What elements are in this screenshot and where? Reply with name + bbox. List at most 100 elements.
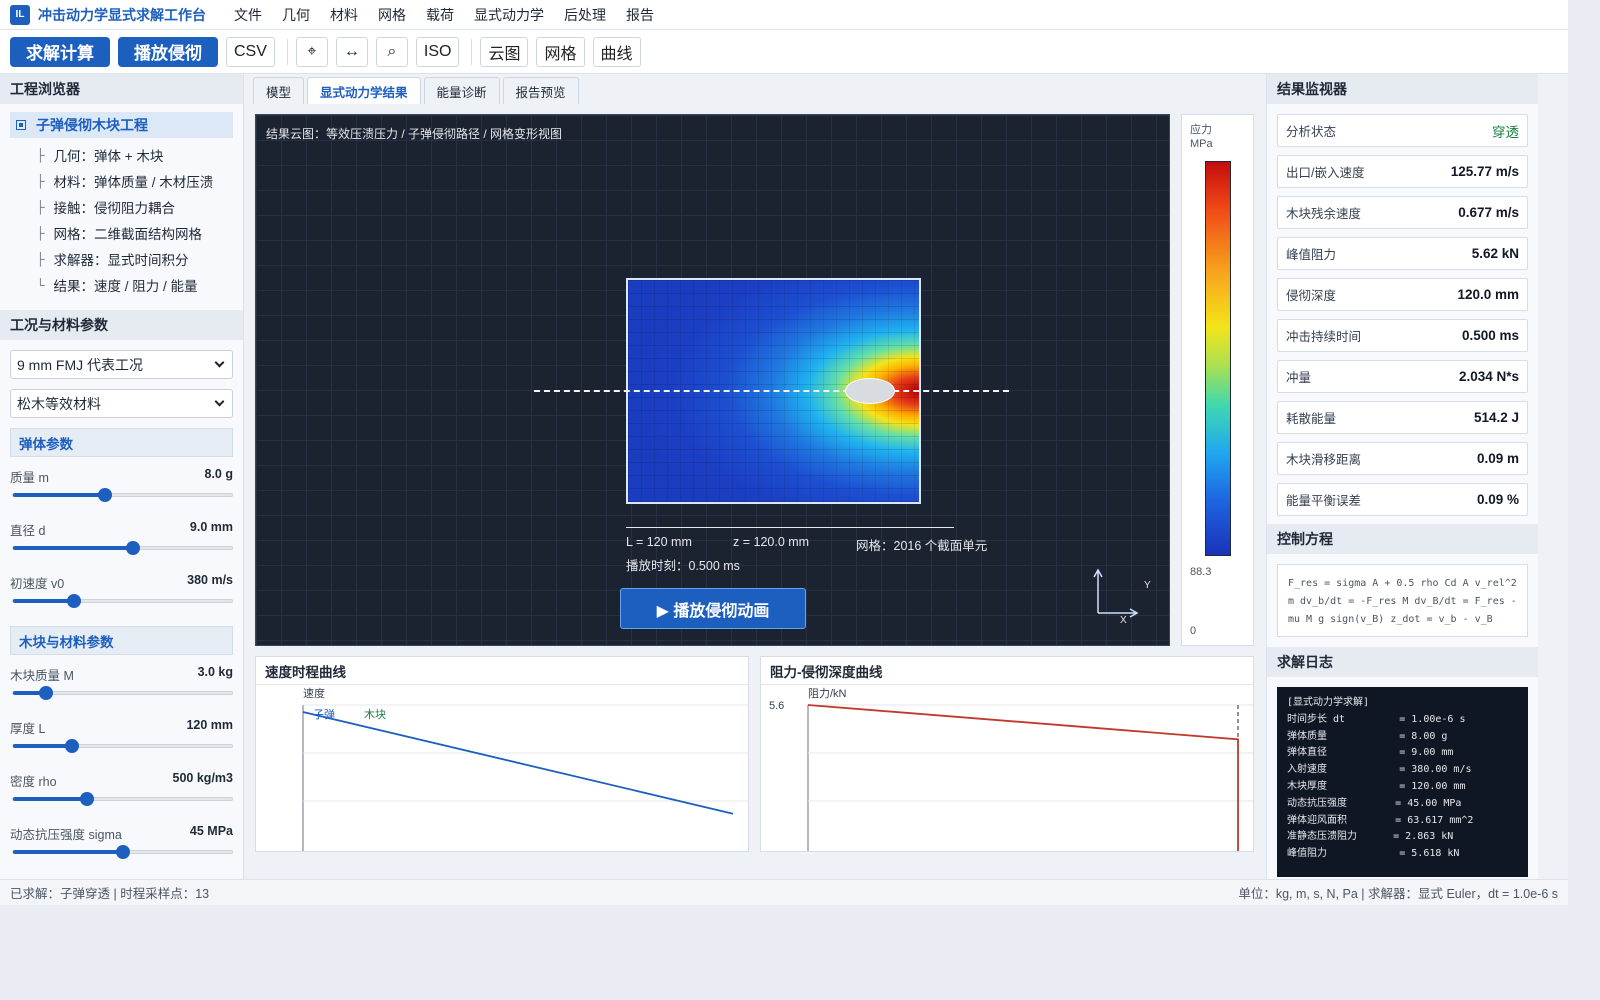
- tab-model[interactable]: 模型: [253, 77, 305, 104]
- status-bar: 已求解：子弹穿透 | 时程采样点：13 单位：kg, m, s, N, Pa |…: [0, 879, 1568, 905]
- tab-report-preview[interactable]: 报告预览: [502, 77, 579, 104]
- tree-item-results[interactable]: └ 结果：速度 / 阻力 / 能量: [0, 272, 243, 298]
- slider-thumb[interactable]: [38, 686, 53, 700]
- metric-value: 514.2 J: [1473, 410, 1519, 425]
- slider-thumb[interactable]: [126, 541, 141, 555]
- tree-root-label: 子弹侵彻木块工程: [36, 117, 148, 133]
- metric-label: 出口/嵌入速度: [1286, 166, 1365, 180]
- toolbar-separator: [286, 38, 288, 65]
- case-select[interactable]: 9 mm FMJ 代表工况: [10, 350, 233, 379]
- velocity-chart: 速度 子弹 木块: [302, 686, 748, 851]
- tree-item-label: 求解器：显式时间积分: [53, 253, 189, 268]
- case-select-value: 9 mm FMJ 代表工况: [17, 356, 143, 373]
- tree-item-mesh[interactable]: ├ 网格：二维截面结构网格: [0, 220, 243, 246]
- log-title: 求解日志: [1267, 647, 1538, 677]
- right-panel: 结果监视器 分析状态 穿透 出口/嵌入速度 125.77 m/s 木块残余速度 0.6…: [1266, 74, 1538, 879]
- metric-label: 冲量: [1286, 371, 1312, 385]
- contour-button[interactable]: 云图: [480, 36, 529, 67]
- tree-branch-icon: ├: [36, 200, 45, 214]
- slider-track[interactable]: [12, 739, 233, 753]
- play-penetration-button[interactable]: 播放侵彻: [118, 36, 218, 67]
- menu-geometry[interactable]: 几何: [272, 5, 320, 25]
- metric-block-velocity: 木块残余速度 0.677 m/s: [1277, 196, 1528, 229]
- tree-branch-icon: ├: [36, 252, 45, 266]
- metric-label: 能量平衡误差: [1286, 494, 1362, 508]
- tree-branch-icon: ├: [36, 148, 45, 162]
- param-label: 直径 d: [10, 524, 46, 538]
- slider-track[interactable]: [12, 488, 233, 502]
- force-chart-title: 阻力-侵彻深度曲线: [761, 657, 1253, 685]
- csv-export-button[interactable]: CSV: [226, 36, 275, 67]
- menu-postprocess[interactable]: 后处理: [554, 5, 616, 25]
- material-select[interactable]: 松木等效材料: [10, 389, 233, 418]
- menu-load[interactable]: 载荷: [416, 5, 464, 25]
- status-left: 已求解：子弹穿透 | 时程采样点：13: [10, 887, 210, 901]
- stress-colorbar-legend: 应力 MPa 88.3 0: [1181, 114, 1254, 646]
- slider-fill: [13, 599, 75, 603]
- tab-explicit-results[interactable]: 显式动力学结果: [307, 77, 421, 104]
- result-viewport[interactable]: 结果云图：等效压溃压力 / 子弹侵彻路径 / 网格变形视图 L = 120 mm…: [255, 114, 1170, 646]
- solver-log[interactable]: [显式动力学求解] 时间步长 dt = 1.00e-6 s 弹体质量 = 8.00 …: [1277, 687, 1528, 877]
- tree-item-geometry[interactable]: ├ 几何：弹体 + 木块: [0, 142, 243, 168]
- menu-explicit-dynamics[interactable]: 显式动力学: [464, 5, 554, 25]
- param-value: 8.0 g: [204, 467, 234, 481]
- equations-text: F_res = sigma A + 0.5 rho Cd A v_rel^2 m…: [1277, 564, 1528, 637]
- slider-thumb[interactable]: [67, 594, 82, 608]
- slider-fill: [13, 493, 105, 497]
- slider-thumb[interactable]: [97, 488, 112, 502]
- mesh-label: 网格：2016 个截面单元: [856, 539, 988, 553]
- param-value: 120 mm: [186, 718, 233, 732]
- fit-view-icon[interactable]: ⌖: [295, 36, 328, 67]
- slider-track[interactable]: [12, 845, 233, 859]
- slider-thumb[interactable]: [80, 792, 95, 806]
- log-line: 动态抗压强度 = 45.00 MPa: [1287, 797, 1462, 809]
- pan-icon[interactable]: ↔: [335, 36, 368, 67]
- slider-track[interactable]: [12, 594, 233, 608]
- param-value: 500 kg/m3: [172, 771, 233, 785]
- metric-label: 耗散能量: [1286, 412, 1337, 426]
- log-line: 弹体迎风面积 = 63.617 mm^2: [1287, 814, 1474, 826]
- block-params-title: 木块与材料参数: [10, 626, 233, 655]
- param-block-mass: 木块质量 M 3.0 kg: [10, 663, 233, 716]
- tree-branch-icon: ├: [36, 174, 45, 188]
- metric-label: 冲击持续时间: [1286, 330, 1362, 344]
- param-compressive-strength: 动态抗压强度 sigma 45 MPa: [10, 822, 233, 875]
- viewport-title: 结果云图：等效压溃压力 / 子弹侵彻路径 / 网格变形视图: [266, 127, 563, 141]
- tree-root-project[interactable]: 子弹侵彻木块工程: [10, 112, 233, 138]
- log-line: 准静态压溃阻力 = 2.863 kN: [1287, 831, 1454, 843]
- colorbar: [1205, 161, 1231, 556]
- log-line: 弹体直径 = 9.00 mm: [1287, 747, 1454, 759]
- slider-track[interactable]: [12, 792, 233, 806]
- menu-material[interactable]: 材料: [320, 5, 368, 25]
- tree-item-contact[interactable]: ├ 接触：侵彻阻力耦合: [0, 194, 243, 220]
- slider-fill: [13, 744, 73, 748]
- iso-view-button[interactable]: ISO: [415, 36, 460, 67]
- tree-branch-last-icon: └: [36, 278, 45, 292]
- curve-button[interactable]: 曲线: [592, 36, 641, 67]
- slider-track[interactable]: [12, 541, 233, 555]
- legend-block: 木块: [364, 708, 386, 721]
- app-logo-icon: IL: [10, 4, 30, 25]
- tab-energy-diagnostics[interactable]: 能量诊断: [423, 77, 500, 104]
- mesh-button[interactable]: 网格: [536, 36, 585, 67]
- slider-thumb[interactable]: [115, 845, 130, 859]
- menu-report[interactable]: 报告: [616, 5, 664, 25]
- zoom-icon[interactable]: ⌕: [375, 36, 408, 67]
- monitor-title: 结果监视器: [1267, 74, 1538, 104]
- menu-file[interactable]: 文件: [224, 5, 272, 25]
- status-right: 单位：kg, m, s, N, Pa | 求解器：显式 Euler，dt = 1…: [1238, 887, 1558, 901]
- slider-thumb[interactable]: [65, 739, 80, 753]
- solve-button[interactable]: 求解计算: [10, 36, 110, 67]
- param-density: 密度 rho 500 kg/m3: [10, 769, 233, 822]
- tree-item-material[interactable]: ├ 材料：弹体质量 / 木材压溃: [0, 168, 243, 194]
- chevron-down-icon: [214, 396, 225, 407]
- tree-item-solver[interactable]: ├ 求解器：显式时间积分: [0, 246, 243, 272]
- depth-label: z = 120.0 mm: [733, 535, 810, 549]
- param-value: 3.0 kg: [197, 665, 233, 679]
- play-animation-button[interactable]: ▶ 播放侵彻动画: [620, 588, 806, 629]
- param-label: 初速度 v0: [10, 577, 65, 591]
- slider-track[interactable]: [12, 686, 233, 700]
- main-area: 模型 显式动力学结果 能量诊断 报告预览 结果云图：等效压溃压力 / 子弹侵彻路…: [245, 74, 1265, 879]
- menu-mesh[interactable]: 网格: [368, 5, 416, 25]
- legend-unit: MPa: [1190, 138, 1213, 150]
